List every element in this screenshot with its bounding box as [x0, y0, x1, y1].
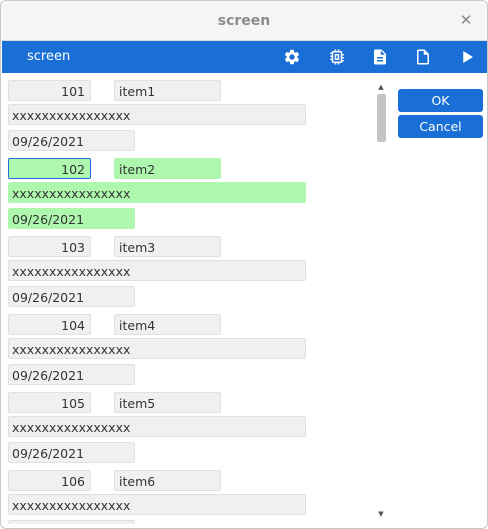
name-field[interactable]: item6: [114, 470, 221, 491]
ok-button[interactable]: OK: [398, 89, 483, 112]
text-field[interactable]: xxxxxxxxxxxxxxxx: [8, 494, 306, 515]
list-item: 103 item3 xxxxxxxxxxxxxxxx 09/26/2021: [1, 230, 373, 308]
chip-icon[interactable]: [328, 48, 346, 66]
window-title: screen: [217, 12, 271, 29]
cancel-button[interactable]: Cancel: [398, 115, 483, 138]
play-icon[interactable]: [458, 48, 476, 66]
scroll-up-icon[interactable]: ▲: [377, 83, 385, 91]
number-field[interactable]: 103: [8, 236, 91, 257]
date-field[interactable]: 09/26/2021: [8, 364, 135, 385]
scroll-down-icon[interactable]: ▼: [377, 510, 385, 518]
list-item: 105 item5 xxxxxxxxxxxxxxxx 09/26/2021: [1, 386, 373, 464]
text-field[interactable]: xxxxxxxxxxxxxxxx: [8, 260, 306, 281]
list-item: 106 item6 xxxxxxxxxxxxxxxx: [1, 464, 373, 524]
number-field[interactable]: 102: [8, 158, 91, 179]
number-field[interactable]: 101: [8, 80, 91, 101]
gear-icon[interactable]: [283, 48, 301, 66]
dialog-window: screen ✕ screen 101 item1 xxxxxxxxxxxxxx…: [0, 0, 488, 529]
list-item-selected: 102 item2 xxxxxxxxxxxxxxxx 09/26/2021: [1, 152, 373, 230]
record-list: 101 item1 xxxxxxxxxxxxxxxx 09/26/2021 10…: [1, 74, 389, 524]
number-field[interactable]: 106: [8, 470, 91, 491]
text-field[interactable]: xxxxxxxxxxxxxxxx: [8, 338, 306, 359]
toolbar-title: screen: [27, 49, 71, 64]
name-field[interactable]: item3: [114, 236, 221, 257]
list-item: 104 item4 xxxxxxxxxxxxxxxx 09/26/2021: [1, 308, 373, 386]
title-bar: screen ✕: [1, 1, 487, 41]
text-field[interactable]: xxxxxxxxxxxxxxxx: [8, 104, 306, 125]
toolbar: screen: [2, 41, 487, 73]
vertical-scrollbar[interactable]: ▲ ▼: [373, 81, 389, 524]
date-field[interactable]: [8, 520, 135, 524]
number-field[interactable]: 105: [8, 392, 91, 413]
text-field[interactable]: xxxxxxxxxxxxxxxx: [8, 416, 306, 437]
scrollbar-thumb[interactable]: [377, 94, 386, 142]
blank-document-icon[interactable]: [414, 48, 432, 66]
name-field[interactable]: item1: [114, 80, 221, 101]
date-field[interactable]: 09/26/2021: [8, 442, 135, 463]
number-field[interactable]: 104: [8, 314, 91, 335]
date-field[interactable]: 09/26/2021: [8, 208, 135, 229]
date-field[interactable]: 09/26/2021: [8, 130, 135, 151]
date-field[interactable]: 09/26/2021: [8, 286, 135, 307]
name-field[interactable]: item2: [114, 158, 221, 179]
name-field[interactable]: item4: [114, 314, 221, 335]
text-field[interactable]: xxxxxxxxxxxxxxxx: [8, 182, 306, 203]
list-item: 101 item1 xxxxxxxxxxxxxxxx 09/26/2021: [1, 74, 373, 152]
name-field[interactable]: item5: [114, 392, 221, 413]
close-icon[interactable]: ✕: [457, 11, 475, 29]
document-lines-icon[interactable]: [371, 48, 389, 66]
